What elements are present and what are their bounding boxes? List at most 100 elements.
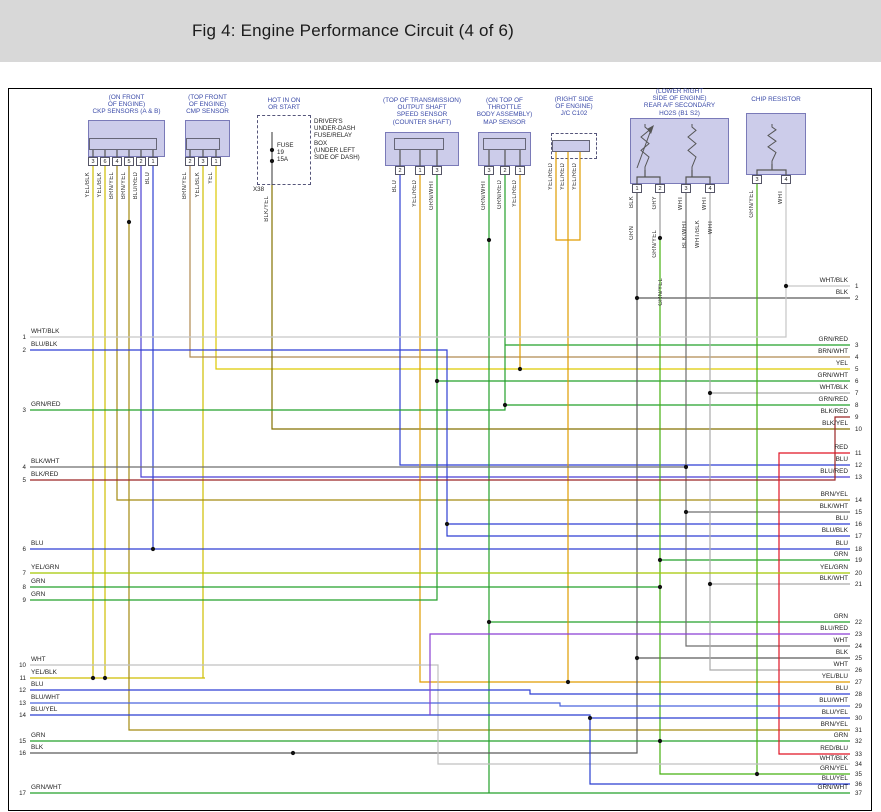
wire-label: YEL/RED — [411, 180, 419, 207]
wire-label: GRN/RED — [31, 401, 60, 408]
left-terminal-16: 16 — [12, 750, 26, 757]
wire-label: GRY — [651, 196, 659, 210]
wire-label: GRN — [756, 613, 848, 620]
wire-label: WHT — [756, 661, 848, 668]
left-terminal-7: 7 — [12, 570, 26, 577]
wire-label: GRN/YEL — [748, 190, 756, 218]
left-terminal-9: 9 — [12, 597, 26, 604]
left-terminal-10: 10 — [12, 662, 26, 669]
wire-label: YEL/RED — [559, 163, 567, 190]
right-terminal-7: 7 — [855, 390, 858, 397]
ckp-sensors-pin-5: 5 — [124, 157, 134, 166]
right-terminal-11: 11 — [855, 450, 861, 457]
chip-resistor-label: CHIP RESISTOR — [706, 96, 846, 103]
wire-label: YEL/BLU — [756, 673, 848, 680]
ckp-sensors-pin-1: 1 — [148, 157, 158, 166]
wire-label: BLU — [756, 685, 848, 692]
right-terminal-34: 34 — [855, 761, 862, 768]
wire-label: YEL/BLK — [84, 172, 92, 198]
wire-label: BRN/YEL — [756, 491, 848, 498]
ckp-sensors-pin-6: 6 — [100, 157, 110, 166]
right-terminal-35: 35 — [855, 771, 862, 778]
wire-label: WHT — [31, 656, 46, 663]
wire-label: WHT/BLK — [694, 220, 702, 248]
right-terminal-15: 15 — [855, 509, 862, 516]
wire-label: YEL — [207, 172, 215, 184]
right-terminal-3: 3 — [855, 342, 858, 349]
wire-label: BLK — [628, 196, 636, 208]
wire-label: GRN/YEL — [657, 278, 665, 306]
map-sensor-pin-2: 2 — [500, 166, 510, 175]
left-terminal-1: 1 — [12, 334, 26, 341]
wire-label: GRN/WHT — [428, 180, 436, 210]
wire-label: BRN/WHT — [756, 348, 848, 355]
right-terminal-9: 9 — [855, 414, 858, 421]
wire-label: BLK — [756, 649, 848, 656]
wire-label: WHT — [701, 196, 709, 210]
wire-label: YEL/BLK — [96, 172, 104, 198]
right-terminal-36: 36 — [855, 781, 862, 788]
wire-label: BLK/WHT — [756, 575, 848, 582]
underdash-fuse-box-label: HOT IN ON OR START — [214, 97, 354, 111]
wire-label: BLU — [31, 540, 43, 547]
wire-label: GRN/RED — [756, 336, 848, 343]
wire-label: BLU — [31, 681, 43, 688]
wire-label: BLU — [756, 515, 848, 522]
wire-label: BLU/BLK — [756, 527, 848, 534]
wire-label: RED/BLU — [756, 745, 848, 752]
wire-label: BLU/RED — [756, 468, 848, 475]
right-terminal-14: 14 — [855, 497, 862, 504]
wire-label: BLK/RED — [756, 408, 848, 415]
wire-label: BLK/YEL — [263, 196, 271, 222]
wire-label: BLK/WHT — [756, 503, 848, 510]
wire-label: BRN/YEL — [756, 721, 848, 728]
right-terminal-17: 17 — [855, 533, 862, 540]
right-terminal-37: 37 — [855, 790, 862, 797]
wire-label: GRN/WHT — [756, 372, 848, 379]
wire-label: BLK — [31, 744, 43, 751]
wire-label: YEL/BLK — [31, 669, 57, 676]
wire-label: YEL — [756, 360, 848, 367]
right-terminal-12: 12 — [855, 462, 862, 469]
right-terminal-18: 18 — [855, 546, 862, 553]
output-shaft-speed-sensor-pin-2: 2 — [395, 166, 405, 175]
cmp-sensor-pin-3: 3 — [198, 157, 208, 166]
wire-label: GRN — [628, 226, 636, 240]
wire-label: WHT/BLK — [756, 384, 848, 391]
cmp-sensor-pin-2: 2 — [185, 157, 195, 166]
wire-label: GRN/YEL — [756, 765, 848, 772]
right-terminal-28: 28 — [855, 691, 862, 698]
wire-label: YEL/RED — [571, 163, 579, 190]
wire-label: YEL/RED — [511, 180, 519, 207]
wire-label: WHT — [677, 196, 685, 210]
wire-label: BLU/RED — [132, 172, 140, 199]
right-terminal-8: 8 — [855, 402, 858, 409]
wire-label: BLU/WHT — [31, 694, 60, 701]
right-terminal-22: 22 — [855, 619, 862, 626]
left-terminal-17: 17 — [12, 790, 26, 797]
ckp-sensors-pin-4: 4 — [112, 157, 122, 166]
chip-resistor-pin-4: 4 — [781, 175, 791, 184]
right-terminal-24: 24 — [855, 643, 862, 650]
wire-label: BLU — [391, 180, 399, 192]
output-shaft-speed-sensor-pin-3: 3 — [432, 166, 442, 175]
wire-label: BLU — [144, 172, 152, 184]
right-terminal-13: 13 — [855, 474, 862, 481]
right-terminal-30: 30 — [855, 715, 862, 722]
rear-af-secondary-ho2s-pin-1: 1 — [632, 184, 642, 193]
fuse-box-note: DRIVER'S UNDER-DASH FUSE/RELAY BOX (UNDE… — [314, 118, 360, 161]
wiring-diagram-page: Fig 4: Engine Performance Circuit (4 of … — [0, 0, 881, 812]
wire-label: YEL/BLK — [194, 172, 202, 198]
wire-label: GRN/YEL — [651, 230, 659, 258]
map-sensor-pin-3: 3 — [484, 166, 494, 175]
wire-label: YEL/GRN — [31, 564, 59, 571]
right-terminal-29: 29 — [855, 703, 862, 710]
wire-label: GRN — [756, 551, 848, 558]
right-terminal-27: 27 — [855, 679, 862, 686]
right-terminal-26: 26 — [855, 667, 862, 674]
left-terminal-3: 3 — [12, 407, 26, 414]
left-terminal-6: 6 — [12, 546, 26, 553]
left-terminal-2: 2 — [12, 347, 26, 354]
right-terminal-5: 5 — [855, 366, 858, 373]
map-sensor-pin-1: 1 — [515, 166, 525, 175]
